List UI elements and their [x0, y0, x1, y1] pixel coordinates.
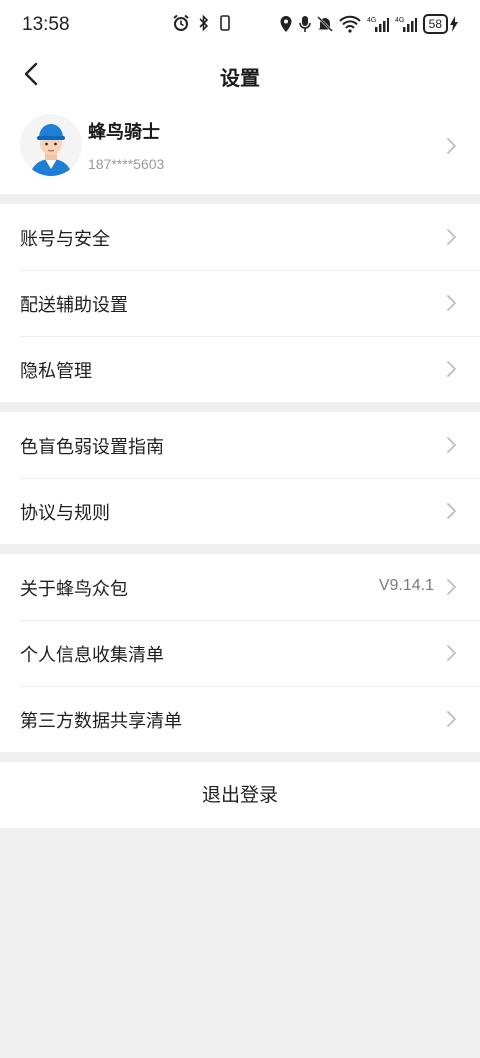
chevron-right-icon — [447, 579, 456, 595]
signal-1-icon: 4G — [367, 15, 389, 33]
row-label: 色盲色弱设置指南 — [20, 437, 164, 458]
row-label: 配送辅助设置 — [20, 295, 128, 316]
svg-text:4G: 4G — [395, 17, 404, 24]
row-delivery-assist-settings[interactable]: 配送辅助设置 — [0, 270, 480, 336]
rider-avatar-icon — [20, 114, 82, 176]
location-icon — [279, 15, 293, 33]
row-label: 隐私管理 — [20, 361, 92, 382]
chevron-right-icon — [447, 711, 456, 727]
profile-card[interactable]: 蜂鸟骑士 187****5603 — [0, 98, 480, 194]
page-title: 设置 — [220, 66, 260, 90]
row-label: 账号与安全 — [20, 229, 110, 250]
section-gap — [0, 544, 480, 554]
microphone-icon — [298, 15, 311, 33]
signal-2-icon: 4G — [395, 15, 417, 33]
chevron-right-icon — [447, 295, 456, 311]
profile-phone: 187****5603 — [88, 156, 165, 172]
avatar — [20, 114, 82, 176]
row-label: 个人信息收集清单 — [20, 645, 164, 666]
navigation-header: 设置 — [0, 50, 480, 98]
row-privacy-management[interactable]: 隐私管理 — [0, 336, 480, 402]
settings-group-account: 账号与安全 配送辅助设置 隐私管理 — [0, 204, 480, 402]
chevron-right-icon — [447, 138, 456, 154]
status-right-icons: 4G 4G 58 — [279, 14, 458, 34]
row-account-security[interactable]: 账号与安全 — [0, 204, 480, 270]
battery-level: 58 — [422, 14, 448, 34]
section-gap — [0, 752, 480, 762]
chevron-right-icon — [447, 229, 456, 245]
settings-group-guides: 色盲色弱设置指南 协议与规则 — [0, 412, 480, 544]
section-gap — [0, 194, 480, 204]
chevron-right-icon — [447, 645, 456, 661]
row-label: 协议与规则 — [20, 503, 110, 524]
row-color-blind-guide[interactable]: 色盲色弱设置指南 — [0, 412, 480, 478]
status-left-icons — [172, 14, 232, 32]
row-personal-info-list[interactable]: 个人信息收集清单 — [0, 620, 480, 686]
chevron-right-icon — [447, 503, 456, 519]
app-version: V9.14.1 — [378, 577, 434, 594]
bluetooth-icon — [198, 14, 210, 32]
chevron-right-icon — [447, 361, 456, 377]
row-third-party-sharing-list[interactable]: 第三方数据共享清单 — [0, 686, 480, 752]
charging-icon — [450, 16, 458, 32]
logout-button[interactable]: 退出登录 — [0, 762, 480, 828]
profile-name: 蜂鸟骑士 — [88, 122, 160, 143]
settings-group-about: 关于蜂鸟众包 V9.14.1 个人信息收集清单 第三方数据共享清单 — [0, 554, 480, 752]
row-agreements-rules[interactable]: 协议与规则 — [0, 478, 480, 544]
alarm-icon — [172, 14, 190, 32]
row-about-app[interactable]: 关于蜂鸟众包 V9.14.1 — [0, 554, 480, 620]
vibrate-icon — [218, 14, 232, 32]
row-label: 第三方数据共享清单 — [20, 711, 182, 732]
status-bar: 13:58 4G 4G 58 — [0, 0, 480, 50]
mute-notification-icon — [316, 15, 333, 33]
chevron-right-icon — [447, 437, 456, 453]
row-label: 关于蜂鸟众包 — [20, 579, 128, 600]
svg-text:4G: 4G — [367, 17, 376, 24]
status-time: 13:58 — [22, 14, 70, 35]
battery-indicator: 58 — [422, 14, 458, 34]
wifi-icon — [338, 15, 361, 33]
section-gap — [0, 402, 480, 412]
